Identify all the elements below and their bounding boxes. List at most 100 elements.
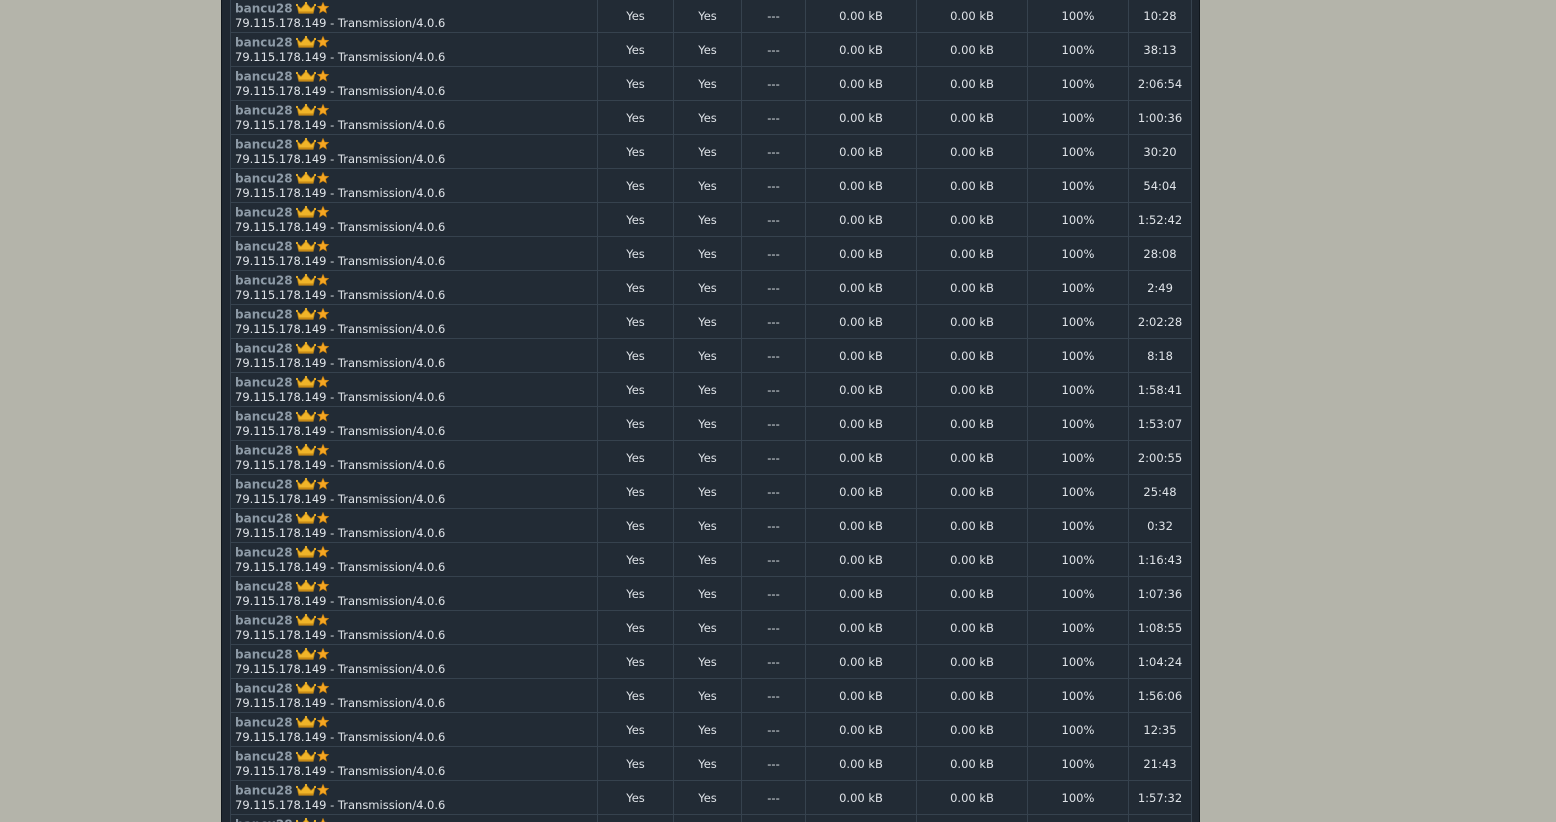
time-cell: 21:43 [1128,746,1192,781]
username-link[interactable]: bancu28 [235,240,293,254]
peer-ip: 79.115.178.149 [235,389,327,404]
table-row: bancu28 79.115.178.149 - Transmission/4.… [230,372,1192,407]
peer-address: 79.115.178.149 - Transmission/4.0.6 [235,695,446,710]
speed-cell: --- [741,474,806,509]
peer-address: 79.115.178.149 - Transmission/4.0.6 [235,321,446,336]
username-link[interactable]: bancu28 [235,478,293,492]
peer-ip: 79.115.178.149 [235,593,327,608]
crown-icon [295,273,316,286]
connectable-cell: Yes [597,814,674,822]
star-icon [316,579,329,592]
peer-address: 79.115.178.149 - Transmission/4.0.6 [235,219,446,234]
star-icon [316,1,329,14]
seeding-cell: Yes [673,610,742,645]
star-icon [316,375,329,388]
user-badges [295,103,329,116]
username-link[interactable]: bancu28 [235,206,293,220]
progress-cell: 100% [1027,780,1129,815]
uploaded-cell: 0.00 kB [805,32,917,67]
speed-cell: --- [741,32,806,67]
username-link[interactable]: bancu28 [235,274,293,288]
star-icon [316,783,329,796]
username-link[interactable]: bancu28 [235,716,293,730]
peer-client: Transmission/4.0.6 [337,117,446,132]
peer-address: 79.115.178.149 - Transmission/4.0.6 [235,15,446,30]
peer-ip: 79.115.178.149 [235,49,327,64]
username-link[interactable]: bancu28 [235,580,293,594]
connectable-cell: Yes [597,712,674,747]
username-link[interactable]: bancu28 [235,138,293,152]
username-link[interactable]: bancu28 [235,444,293,458]
username-link[interactable]: bancu28 [235,784,293,798]
table-row: bancu28 79.115.178.149 - Transmission/4.… [230,508,1192,543]
peer-client: Transmission/4.0.6 [337,695,446,710]
username-link[interactable]: bancu28 [235,70,293,84]
peer-ip: 79.115.178.149 [235,423,327,438]
table-row: bancu28 79.115.178.149 - Transmission/4.… [230,746,1192,781]
username-link[interactable]: bancu28 [235,682,293,696]
uploaded-cell: 0.00 kB [805,508,917,543]
peer-cell: bancu28 79.115.178.149 - Transmission/4.… [230,304,598,339]
table-row: bancu28 79.115.178.149 - Transmission/4.… [230,406,1192,441]
time-cell: 0:32 [1128,508,1192,543]
peers-table: bancu28 79.115.178.149 - Transmission/4.… [230,0,1192,822]
seeding-cell: Yes [673,474,742,509]
downloaded-cell: 0.00 kB [916,644,1028,679]
username-link[interactable]: bancu28 [235,410,293,424]
connectable-cell: Yes [597,134,674,169]
username-link[interactable]: bancu28 [235,104,293,118]
connectable-cell: Yes [597,508,674,543]
username-link[interactable]: bancu28 [235,614,293,628]
peer-cell: bancu28 79.115.178.149 - Transmission/4.… [230,406,598,441]
crown-icon [295,511,316,524]
downloaded-cell: 0.00 kB [916,678,1028,713]
uploaded-cell: 0.00 kB [805,610,917,645]
table-row: bancu28 79.115.178.149 - Transmission/4.… [230,66,1192,101]
username-link[interactable]: bancu28 [235,172,293,186]
crown-icon [295,749,316,762]
uploaded-cell: 0.00 kB [805,440,917,475]
speed-cell: --- [741,576,806,611]
time-cell: 1:58:41 [1128,372,1192,407]
downloaded-cell: 0.00 kB [916,270,1028,305]
username-link[interactable]: bancu28 [235,308,293,322]
seeding-cell: Yes [673,66,742,101]
progress-cell: 100% [1027,202,1129,237]
username-link[interactable]: bancu28 [235,818,293,822]
time-cell: 28:08 [1128,236,1192,271]
username-link[interactable]: bancu28 [235,546,293,560]
username-link[interactable]: bancu28 [235,36,293,50]
crown-icon [295,681,316,694]
seeding-cell: Yes [673,134,742,169]
peer-ip: 79.115.178.149 [235,83,327,98]
username-link[interactable]: bancu28 [235,750,293,764]
peer-client: Transmission/4.0.6 [337,219,446,234]
time-cell: 32:48 [1128,814,1192,822]
peer-address: 79.115.178.149 - Transmission/4.0.6 [235,627,446,642]
progress-cell: 100% [1027,100,1129,135]
uploaded-cell: 0.00 kB [805,202,917,237]
progress-cell: 100% [1027,474,1129,509]
username-link[interactable]: bancu28 [235,342,293,356]
crown-icon [295,647,316,660]
username-link[interactable]: bancu28 [235,376,293,390]
progress-cell: 100% [1027,814,1129,822]
uploaded-cell: 0.00 kB [805,236,917,271]
progress-cell: 100% [1027,168,1129,203]
peer-ip: 79.115.178.149 [235,219,327,234]
time-cell: 54:04 [1128,168,1192,203]
downloaded-cell: 0.00 kB [916,508,1028,543]
time-cell: 1:57:32 [1128,780,1192,815]
seeding-cell: Yes [673,100,742,135]
table-row: bancu28 79.115.178.149 - Transmission/4.… [230,134,1192,169]
username-link[interactable]: bancu28 [235,2,293,16]
peer-address: 79.115.178.149 - Transmission/4.0.6 [235,389,446,404]
speed-cell: --- [741,270,806,305]
user-badges [295,511,329,524]
user-badges [295,69,329,82]
table-row: bancu28 79.115.178.149 - Transmission/4.… [230,712,1192,747]
seeding-cell: Yes [673,372,742,407]
username-link[interactable]: bancu28 [235,512,293,526]
username-link[interactable]: bancu28 [235,648,293,662]
star-icon [316,817,329,822]
